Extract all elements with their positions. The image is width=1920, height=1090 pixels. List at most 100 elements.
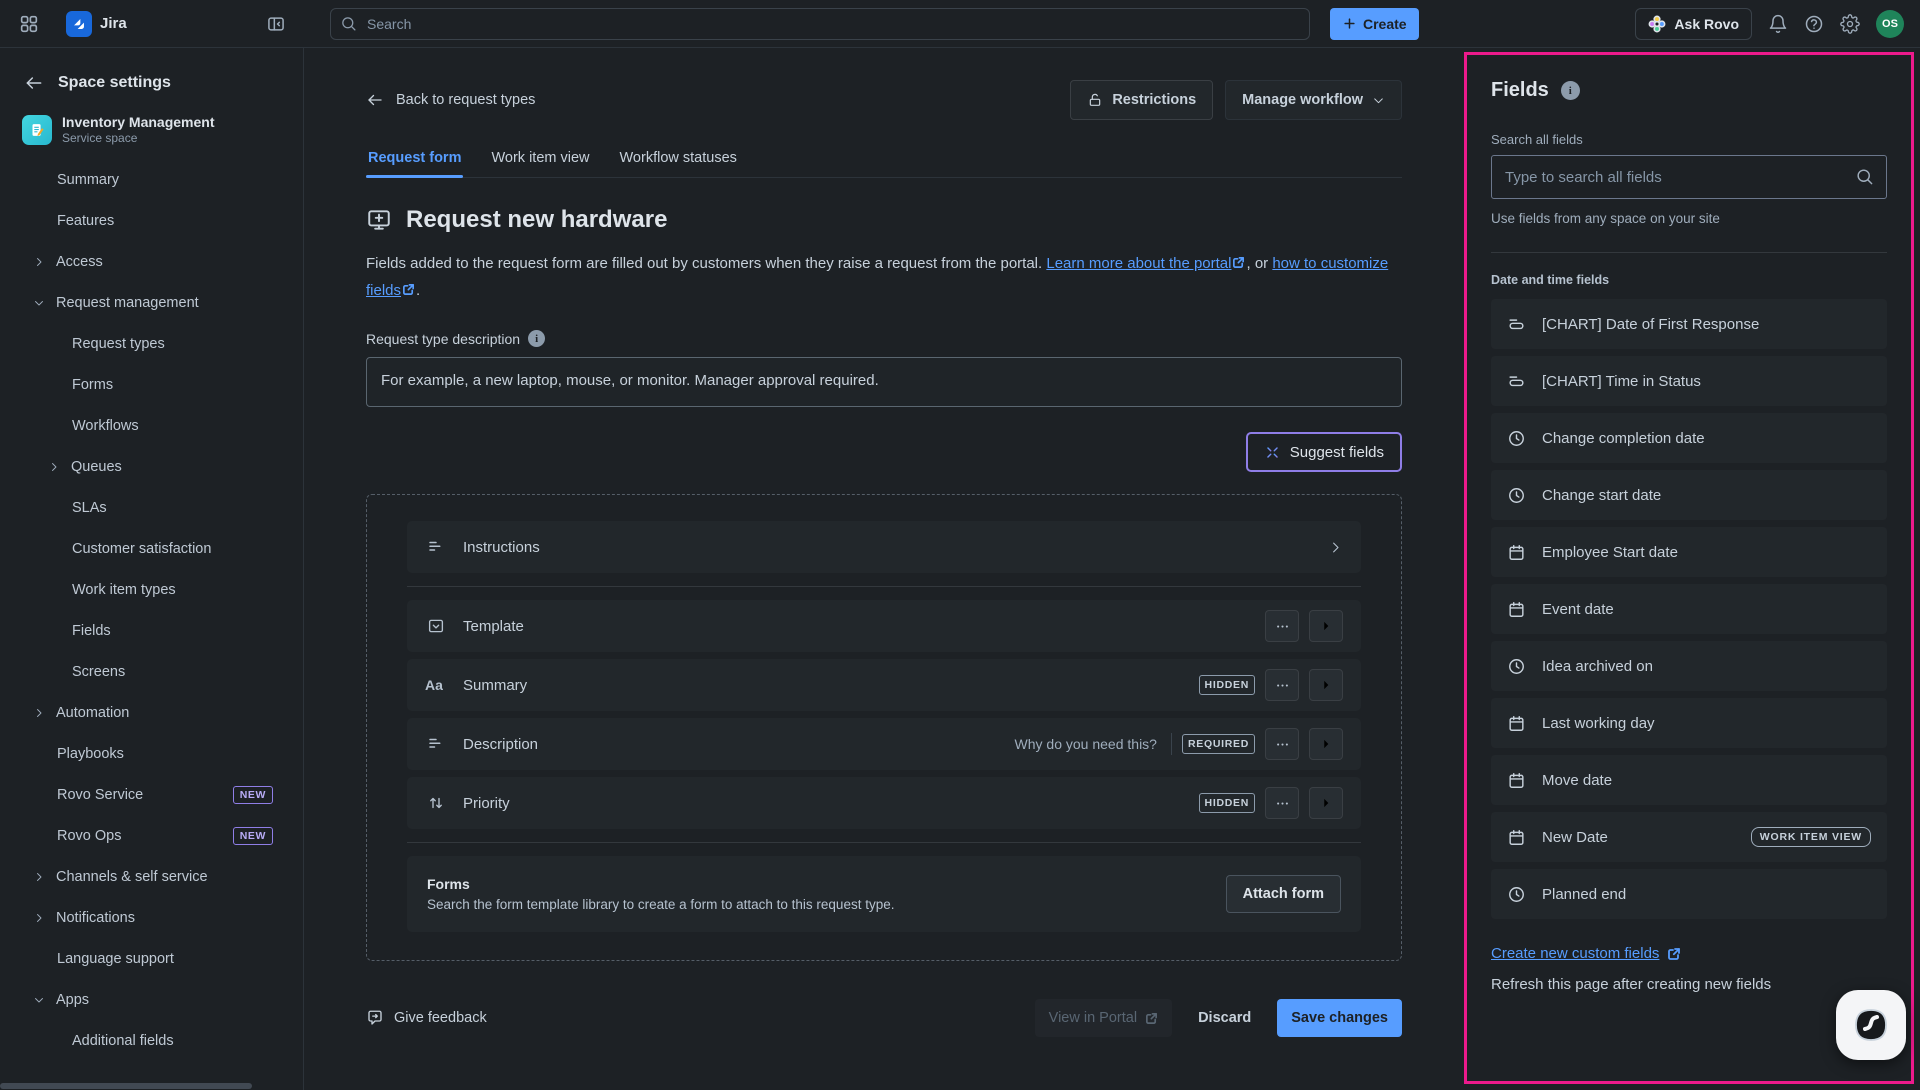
view-in-portal-button[interactable]: View in Portal [1035, 999, 1172, 1037]
sidebar-item-access[interactable]: Access [0, 241, 303, 282]
global-search [330, 8, 1310, 40]
sidebar-collapse-icon[interactable] [266, 14, 286, 34]
suggest-fields-button[interactable]: Suggest fields [1246, 432, 1402, 472]
field-card-event-date[interactable]: Event date [1491, 584, 1887, 634]
sidebar-item-features[interactable]: Features [0, 200, 303, 241]
space-name: Inventory Management [62, 114, 214, 131]
info-icon[interactable]: i [528, 330, 545, 347]
template-select-icon [425, 617, 447, 635]
notifications-bell-icon[interactable] [1768, 14, 1788, 34]
sidebar-item-slas[interactable]: SLAs [0, 487, 303, 528]
more-actions-icon[interactable] [1265, 669, 1299, 701]
field-card-chart-date-first-response[interactable]: [CHART] Date of First Response [1491, 299, 1887, 349]
sidebar-item-playbooks[interactable]: Playbooks [0, 733, 303, 774]
field-row-template[interactable]: Template [407, 600, 1361, 652]
tab-request-form[interactable]: Request form [366, 150, 463, 177]
chevron-right-icon[interactable] [1309, 728, 1343, 760]
sidebar-item-additional-fields[interactable]: Additional fields [0, 1020, 303, 1061]
field-row-priority[interactable]: Priority HIDDEN [407, 777, 1361, 829]
sidebar-item-request-types[interactable]: Request types [0, 323, 303, 364]
field-card-employee-start-date[interactable]: Employee Start date [1491, 527, 1887, 577]
more-actions-icon[interactable] [1265, 610, 1299, 642]
fields-list: [CHART] Date of First Response [CHART] T… [1491, 299, 1887, 919]
chevron-right-icon[interactable] [1309, 787, 1343, 819]
calendar-icon [1507, 828, 1526, 847]
sidebar-item-forms[interactable]: Forms [0, 364, 303, 405]
fields-panel-title: Fields [1491, 79, 1549, 102]
sidebar-item-automation[interactable]: Automation [0, 692, 303, 733]
calendar-icon [1507, 600, 1526, 619]
more-actions-icon[interactable] [1265, 728, 1299, 760]
give-feedback-button[interactable]: Give feedback [366, 1009, 487, 1027]
create-custom-fields-link[interactable]: Create new custom fields [1491, 945, 1887, 962]
field-row-instructions[interactable]: Instructions [407, 521, 1361, 573]
page-title: Request new hardware [406, 206, 667, 234]
field-card-new-date[interactable]: New Date WORK ITEM VIEW [1491, 812, 1887, 862]
chevron-right-icon[interactable] [1309, 610, 1343, 642]
sidebar-item-language-support[interactable]: Language support [0, 938, 303, 979]
sidebar-item-rovo-ops[interactable]: Rovo OpsNEW [0, 815, 303, 856]
sidebar-item-queues[interactable]: Queues [0, 446, 303, 487]
create-button-label: Create [1363, 16, 1407, 32]
create-button[interactable]: Create [1330, 8, 1419, 40]
field-card-planned-end[interactable]: Planned end [1491, 869, 1887, 919]
new-badge: NEW [233, 827, 273, 845]
search-input[interactable] [330, 8, 1310, 40]
sidebar-item-screens[interactable]: Screens [0, 651, 303, 692]
app-switcher-icon[interactable] [18, 13, 40, 35]
sidebar-item-channels-self-service[interactable]: Channels & self service [0, 856, 303, 897]
help-icon[interactable] [1804, 14, 1824, 34]
description-field-label: Request type description [366, 331, 520, 347]
field-card-change-completion-date[interactable]: Change completion date [1491, 413, 1887, 463]
sidebar-item-workflows[interactable]: Workflows [0, 405, 303, 446]
discard-button[interactable]: Discard [1186, 999, 1263, 1037]
field-row-description[interactable]: Description Why do you need this? REQUIR… [407, 718, 1361, 770]
settings-gear-icon[interactable] [1840, 14, 1860, 34]
more-actions-icon[interactable] [1265, 787, 1299, 819]
sidebar-item-notifications[interactable]: Notifications [0, 897, 303, 938]
sidebar-item-fields[interactable]: Fields [0, 610, 303, 651]
paragraph-icon [425, 538, 447, 556]
learn-more-portal-link[interactable]: Learn more about the portal [1046, 255, 1231, 272]
rovo-icon [1648, 15, 1666, 33]
info-icon[interactable]: i [1561, 81, 1580, 100]
field-card-change-start-date[interactable]: Change start date [1491, 470, 1887, 520]
jira-logo[interactable]: Jira [66, 11, 127, 37]
field-card-chart-time-in-status[interactable]: [CHART] Time in Status [1491, 356, 1887, 406]
manage-workflow-button[interactable]: Manage workflow [1225, 80, 1402, 120]
restrictions-button[interactable]: Restrictions [1070, 80, 1213, 120]
save-changes-button[interactable]: Save changes [1277, 999, 1402, 1037]
field-card-move-date[interactable]: Move date [1491, 755, 1887, 805]
back-arrow-icon[interactable] [24, 73, 44, 93]
back-to-request-types-link[interactable]: Back to request types [366, 91, 535, 109]
hardware-monitor-icon [366, 207, 392, 233]
divider [1491, 252, 1887, 253]
field-card-idea-archived-on[interactable]: Idea archived on [1491, 641, 1887, 691]
sidebar-item-customer-satisfaction[interactable]: Customer satisfaction [0, 528, 303, 569]
external-link-icon [1232, 256, 1245, 269]
space-header[interactable]: Inventory Management Service space [0, 114, 303, 145]
field-card-last-working-day[interactable]: Last working day [1491, 698, 1887, 748]
sidebar-item-rovo-service[interactable]: Rovo ServiceNEW [0, 774, 303, 815]
field-row-summary[interactable]: Aa Summary HIDDEN [407, 659, 1361, 711]
clock-icon [1507, 657, 1526, 676]
assistant-widget-button[interactable] [1836, 990, 1906, 1060]
ask-rovo-button[interactable]: Ask Rovo [1635, 8, 1752, 40]
avatar[interactable]: OS [1876, 10, 1904, 38]
request-type-description-input[interactable]: For example, a new laptop, mouse, or mon… [366, 357, 1402, 407]
divider [407, 586, 1361, 587]
attach-form-button[interactable]: Attach form [1226, 875, 1341, 913]
tab-workflow-statuses[interactable]: Workflow statuses [618, 150, 739, 177]
chevron-right-icon [33, 256, 45, 268]
search-icon [1855, 167, 1874, 186]
fields-search-input[interactable] [1491, 155, 1887, 199]
sidebar-item-request-management[interactable]: Request management [0, 282, 303, 323]
sidebar-item-apps[interactable]: Apps [0, 979, 303, 1020]
sidebar-item-summary[interactable]: Summary [0, 159, 303, 200]
chevron-right-icon[interactable] [1309, 669, 1343, 701]
tab-work-item-view[interactable]: Work item view [489, 150, 591, 177]
chevron-right-icon[interactable] [1328, 540, 1343, 555]
sidebar-scrollbar[interactable] [0, 1083, 252, 1089]
back-arrow-icon [366, 91, 384, 109]
sidebar-item-work-item-types[interactable]: Work item types [0, 569, 303, 610]
